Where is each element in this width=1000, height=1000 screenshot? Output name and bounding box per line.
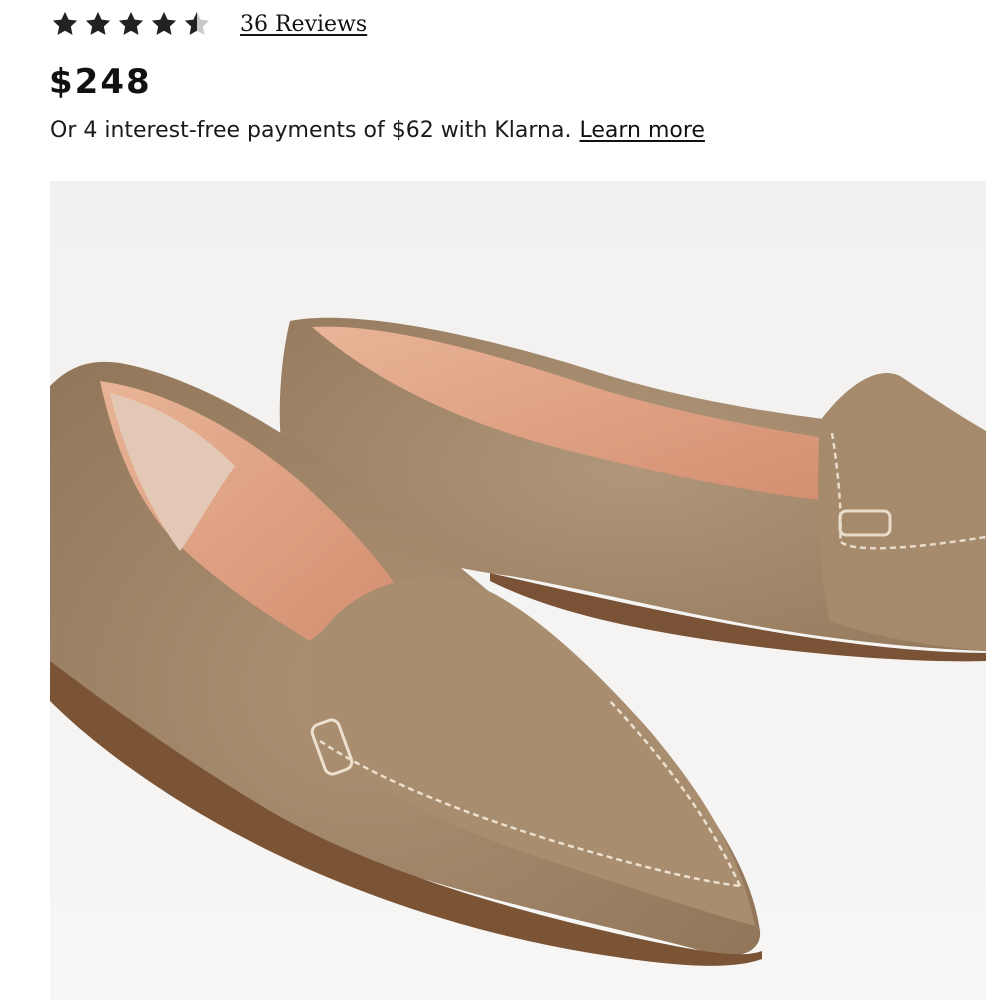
star-rating[interactable] — [50, 9, 212, 39]
rating-row: 36 Reviews — [50, 6, 367, 42]
half-star-icon — [184, 11, 210, 35]
product-price: $248 — [49, 62, 152, 102]
product-image[interactable] — [50, 181, 986, 1000]
learn-more-link[interactable]: Learn more — [579, 118, 704, 143]
reviews-link[interactable]: 36 Reviews — [240, 12, 367, 37]
star-icon — [85, 11, 111, 35]
klarna-installments: Or 4 interest-free payments of $62 with … — [50, 118, 705, 143]
star-icon — [151, 11, 177, 35]
star-icon — [118, 11, 144, 35]
klarna-text: Or 4 interest-free payments of $62 with … — [50, 118, 572, 143]
loafer-pair-illustration — [50, 181, 986, 1000]
star-icon — [52, 11, 78, 35]
